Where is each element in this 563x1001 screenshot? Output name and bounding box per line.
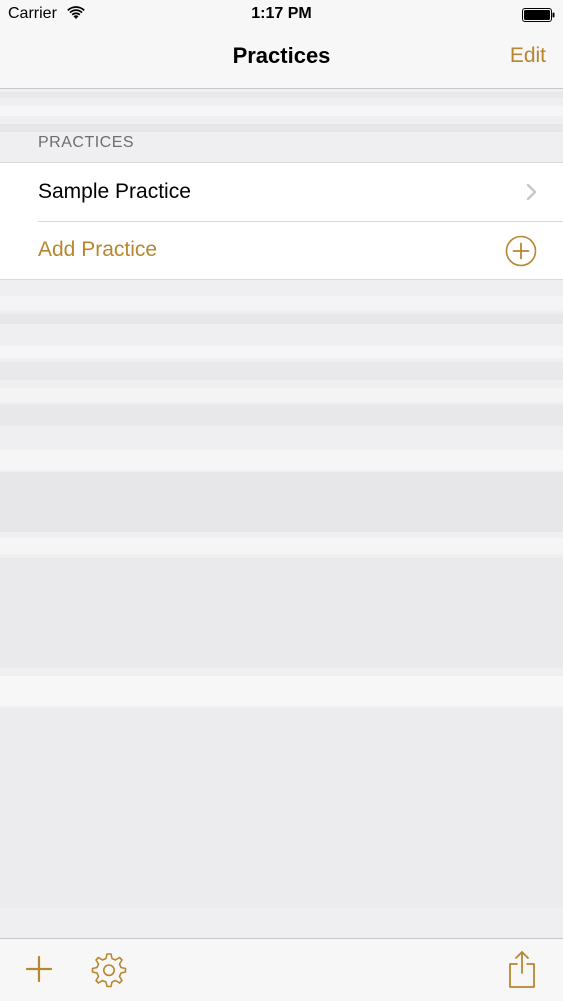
bottom-toolbar: [0, 938, 563, 1001]
section-header: PRACTICES: [38, 134, 135, 151]
page-title: Practices: [232, 43, 331, 68]
practice-row-sample[interactable]: Sample Practice: [0, 163, 563, 221]
add-practice-label: Add Practice: [38, 238, 158, 261]
battery-icon: [522, 8, 555, 22]
status-bar: Carrier 1:17 PM: [0, 0, 563, 30]
chevron-right-icon: [526, 183, 537, 201]
plus-icon[interactable]: [24, 954, 54, 984]
add-practice-row[interactable]: Add Practice: [0, 221, 563, 279]
add-circle-icon[interactable]: [505, 235, 537, 267]
practices-table: Sample Practice Add Practice: [0, 162, 563, 280]
share-icon[interactable]: [507, 949, 537, 989]
gear-icon[interactable]: [90, 951, 128, 989]
edit-button[interactable]: Edit: [510, 44, 546, 68]
status-time: 1:17 PM: [251, 5, 312, 22]
row-label: Sample Practice: [38, 180, 191, 203]
